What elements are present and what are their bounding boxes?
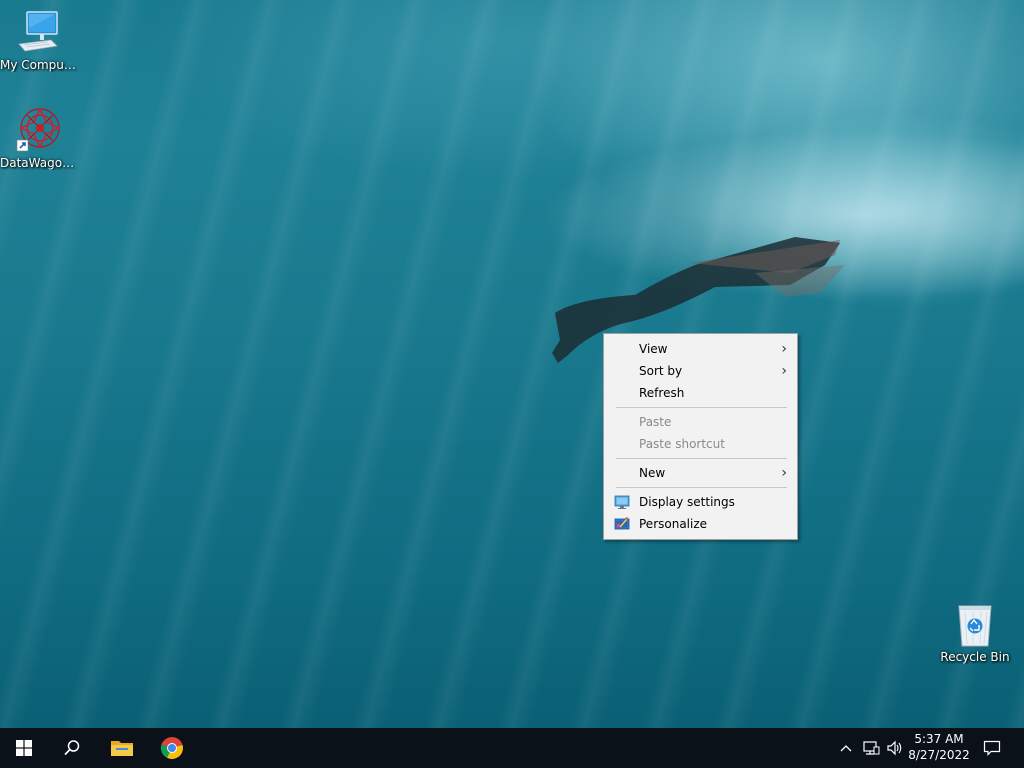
- chrome-icon: [160, 737, 183, 759]
- desktop-icon-recycle-bin[interactable]: Recycle Bin: [936, 600, 1014, 664]
- submenu-arrow-icon: ›: [781, 465, 787, 481]
- show-hidden-icons-button[interactable]: [834, 728, 858, 768]
- menu-item-sort-by[interactable]: Sort by ›: [606, 360, 795, 382]
- menu-item-paste-shortcut: Paste shortcut: [606, 433, 795, 455]
- desktop-icon-label: DataWagon...: [0, 156, 78, 170]
- desktop[interactable]: My Computer DataWagon... Recycle Bin Vie…: [0, 0, 1024, 728]
- search-button[interactable]: [48, 728, 96, 768]
- taskbar: 5:37 AM 8/27/2022: [0, 728, 1024, 768]
- desktop-icon-my-computer[interactable]: My Computer: [0, 8, 78, 72]
- menu-item-label: Paste: [639, 415, 672, 429]
- network-button[interactable]: [859, 728, 883, 768]
- menu-separator: [616, 407, 787, 408]
- display-settings-icon: [614, 495, 630, 509]
- menu-item-refresh[interactable]: Refresh: [606, 382, 795, 404]
- file-explorer-button[interactable]: [98, 728, 146, 768]
- search-icon: [64, 740, 80, 756]
- menu-item-label: Refresh: [639, 386, 685, 400]
- menu-item-display-settings[interactable]: Display settings: [606, 491, 795, 513]
- menu-item-new[interactable]: New ›: [606, 462, 795, 484]
- desktop-context-menu: View › Sort by › Refresh Paste Paste sho…: [603, 333, 798, 540]
- menu-separator: [616, 458, 787, 459]
- clock-date: 8/27/2022: [908, 748, 970, 762]
- taskbar-clock[interactable]: 5:37 AM 8/27/2022: [906, 731, 972, 765]
- chrome-button[interactable]: [148, 728, 196, 768]
- notification-icon: [983, 740, 1001, 756]
- desktop-icon-label: My Computer: [0, 58, 78, 72]
- volume-icon: [887, 740, 902, 756]
- menu-item-label: Display settings: [639, 495, 735, 509]
- volume-button[interactable]: [883, 728, 907, 768]
- desktop-icon-datawagon[interactable]: DataWagon...: [0, 106, 78, 170]
- wallpaper-light-rays: [0, 0, 1024, 728]
- folder-icon: [111, 741, 133, 756]
- start-button[interactable]: [0, 728, 48, 768]
- action-center-button[interactable]: [970, 728, 1014, 768]
- desktop-icon-label: Recycle Bin: [940, 650, 1010, 664]
- menu-item-label: View: [639, 342, 668, 356]
- windows-logo-icon: [16, 740, 32, 756]
- chevron-up-icon: [840, 745, 852, 752]
- menu-separator: [616, 487, 787, 488]
- network-icon: [863, 741, 880, 755]
- menu-item-label: Personalize: [639, 517, 708, 531]
- submenu-arrow-icon: ›: [781, 363, 787, 379]
- personalize-icon: [614, 517, 630, 530]
- clock-time: 5:37 AM: [914, 732, 964, 746]
- menu-item-label: Sort by: [639, 364, 683, 378]
- menu-item-view[interactable]: View ›: [606, 338, 795, 360]
- submenu-arrow-icon: ›: [781, 341, 787, 357]
- menu-item-label: New: [639, 466, 666, 480]
- recycle-bin-icon: [958, 605, 992, 647]
- menu-item-personalize[interactable]: Personalize: [606, 513, 795, 535]
- monitor-icon: [18, 11, 58, 52]
- menu-item-label: Paste shortcut: [639, 437, 725, 451]
- menu-item-paste: Paste: [606, 411, 795, 433]
- datawagon-logo-icon: [16, 107, 61, 152]
